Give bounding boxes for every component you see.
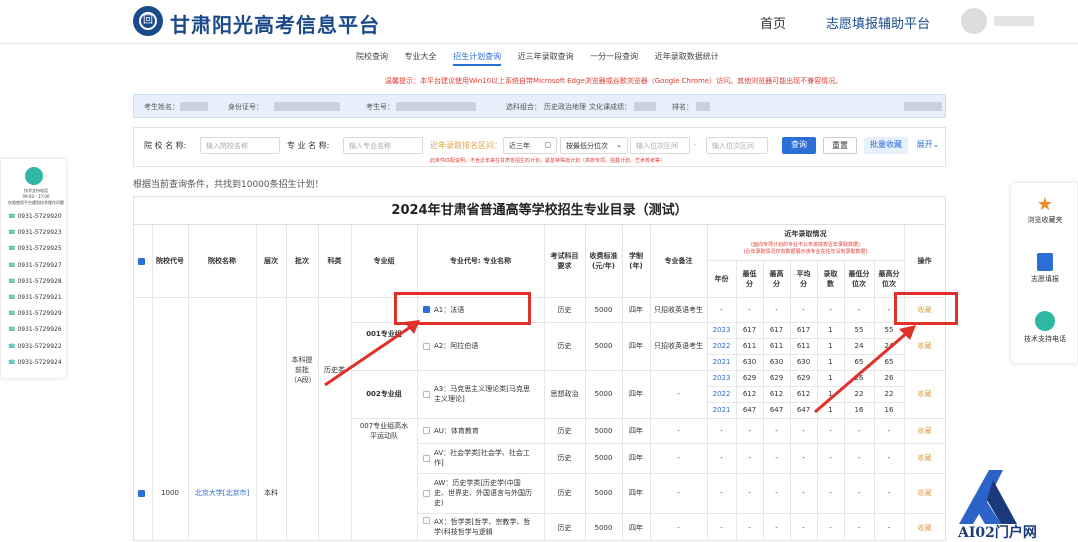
annotation-arrow-line bbox=[324, 324, 413, 387]
annotation-arrows bbox=[324, 320, 916, 414]
annotation-arrow-line bbox=[814, 330, 909, 414]
annotation-arrowhead bbox=[404, 320, 420, 334]
watermark-text: AI02门户网 bbox=[958, 525, 1037, 541]
